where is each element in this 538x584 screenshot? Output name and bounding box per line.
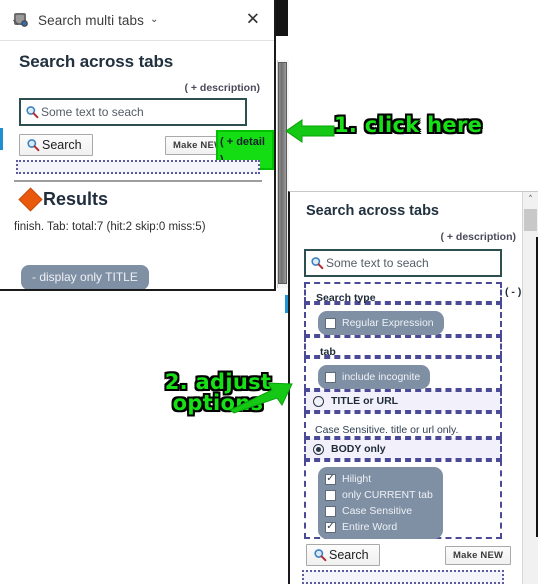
only-current-tab-label: only CURRENT tab <box>342 489 433 501</box>
regular-expression-chip[interactable]: Regular Expression <box>318 311 444 335</box>
results-status: finish. Tab: total:7 (hit:2 skip:0 miss:… <box>14 221 206 233</box>
page-title: Search across tabs <box>19 52 174 71</box>
search-icon <box>25 105 39 119</box>
case-note-section: Case Sensitive. title or url only. <box>304 412 502 438</box>
regular-expression-label: Regular Expression <box>342 317 434 329</box>
annotation-step-1: 1. click here <box>334 113 483 137</box>
search-button-label: Search <box>42 138 82 152</box>
body-only-option[interactable]: BODY only <box>304 438 502 460</box>
body-option-row-3[interactable]: ✓ Entire Word <box>325 519 433 535</box>
body-options-section: ✓ Hilight only CURRENT tab Case Sensitiv… <box>304 460 502 539</box>
extension-icon <box>12 11 30 29</box>
body-options-chip: ✓ Hilight only CURRENT tab Case Sensitiv… <box>318 467 443 539</box>
body-only-row[interactable]: BODY only <box>306 440 500 458</box>
divider <box>14 180 262 182</box>
detail-search-input[interactable]: Some text to seach <box>304 249 502 277</box>
entire-word-label: Entire Word <box>342 521 398 533</box>
hilight-label: Hilight <box>342 473 372 485</box>
include-incognito-section: include incognite <box>304 357 502 390</box>
check-glyph: ✓ <box>326 473 335 484</box>
hilight-checkbox[interactable]: ✓ <box>325 473 336 485</box>
title-or-url-radio[interactable] <box>313 395 324 407</box>
radio-dot <box>316 446 321 452</box>
search-button[interactable]: Search <box>19 134 93 156</box>
body-only-radio[interactable] <box>313 443 324 455</box>
display-only-title-pill-wrap: - display only TITLE <box>21 265 149 289</box>
search-detail-panel: Search across tabs ( + description) Some… <box>288 191 538 584</box>
body-option-row-0[interactable]: ✓ Hilight <box>325 471 433 487</box>
detail-panel-content: Search across tabs ( + description) Some… <box>290 192 522 584</box>
search-icon <box>310 256 324 270</box>
detail-search-input-value: Some text to seach <box>326 256 429 270</box>
body-option-row-1[interactable]: only CURRENT tab <box>325 487 433 503</box>
description-toggle[interactable]: ( + description) <box>184 82 260 94</box>
annotation-arrow-right <box>228 380 294 414</box>
search-input-value: Some text to seach <box>41 105 144 119</box>
search-multi-tabs-popup: Search multi tabs ⌄ ✕ Search across tabs… <box>0 0 276 291</box>
title-or-url-label: TITLE or URL <box>331 395 399 407</box>
regular-expression-section: Regular Expression <box>304 303 502 336</box>
detail-make-new-button[interactable]: Make NEW <box>445 546 512 565</box>
detail-search-button[interactable]: Search <box>306 544 380 566</box>
window-edge-dark-block <box>276 0 288 36</box>
annotation-arrow-left <box>284 118 336 144</box>
search-type-collapse-toggle[interactable]: ( - ) <box>505 286 521 298</box>
popup-title: Search multi tabs <box>38 12 144 28</box>
results-heading: Results <box>18 187 109 212</box>
search-icon <box>313 548 327 562</box>
check-glyph: ✓ <box>326 521 335 532</box>
regular-expression-checkbox[interactable] <box>325 317 336 329</box>
display-only-title-pill[interactable]: - display only TITLE <box>21 265 149 289</box>
popup-scrollbar-thumb[interactable] <box>278 62 287 284</box>
title-or-url-row[interactable]: TITLE or URL <box>306 392 500 410</box>
search-input[interactable]: Some text to seach <box>19 98 247 126</box>
include-incognito-label: include incognite <box>342 371 421 383</box>
tab-section-header[interactable]: tab <box>304 336 502 358</box>
results-heading-label: Results <box>43 189 109 209</box>
orange-diamond-icon <box>18 187 43 212</box>
include-incognito-chip[interactable]: include incognite <box>318 365 431 389</box>
include-incognito-checkbox[interactable] <box>325 371 336 383</box>
left-edge-accent <box>0 128 3 150</box>
chevron-down-icon[interactable]: ⌄ <box>150 15 158 25</box>
case-note-text: Case Sensitive. title or url only. <box>315 424 459 436</box>
detail-make-new-button-label: Make NEW <box>453 550 504 561</box>
search-icon <box>26 138 40 152</box>
close-icon[interactable]: ✕ <box>246 11 260 29</box>
checkbox-row[interactable]: include incognite <box>325 369 420 385</box>
detail-scrollbar-thumb[interactable] <box>524 209 537 231</box>
popup-titlebar: Search multi tabs ⌄ ✕ <box>0 0 274 41</box>
dotted-placeholder-strip <box>16 160 260 174</box>
body-option-row-2[interactable]: Case Sensitive <box>325 503 433 519</box>
search-type-section-header[interactable]: Search type <box>304 282 502 304</box>
checkbox-row[interactable]: Regular Expression <box>325 315 434 331</box>
entire-word-checkbox[interactable]: ✓ <box>325 521 336 533</box>
body-only-label: BODY only <box>331 443 386 455</box>
only-current-tab-checkbox[interactable] <box>325 489 336 501</box>
detail-search-button-label: Search <box>329 548 369 562</box>
case-sensitive-checkbox[interactable] <box>325 505 336 517</box>
title-or-url-option[interactable]: TITLE or URL <box>304 390 502 412</box>
case-sensitive-label: Case Sensitive <box>342 505 413 517</box>
popup-body: Search across tabs ( + description) Some… <box>0 41 274 289</box>
scroll-up-arrow-icon[interactable]: ˄ <box>523 192 538 208</box>
detail-dotted-placeholder-strip <box>302 570 504 584</box>
detail-page-title: Search across tabs <box>306 203 439 219</box>
detail-description-toggle[interactable]: ( + description) <box>440 231 516 243</box>
